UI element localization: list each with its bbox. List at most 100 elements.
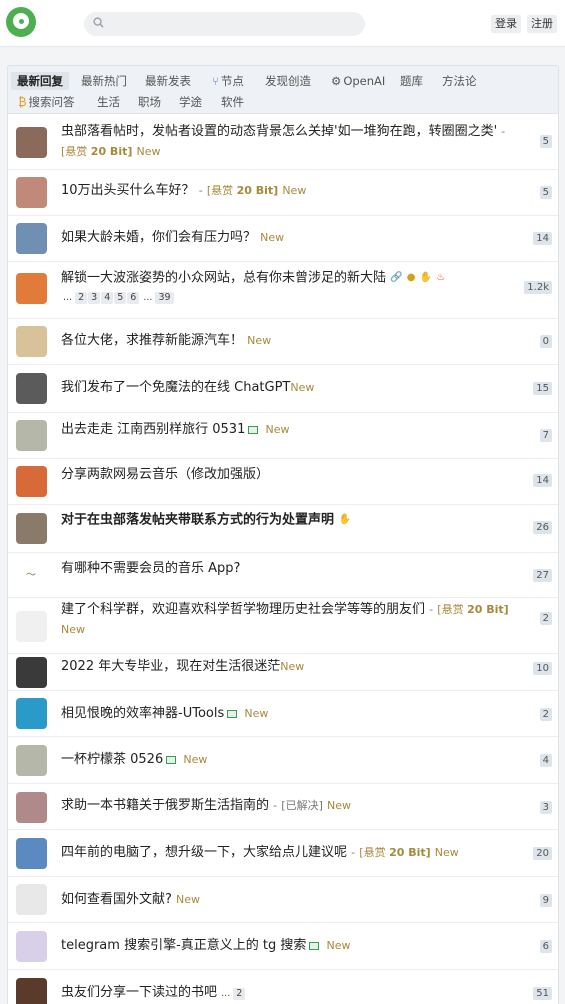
avatar[interactable] bbox=[16, 177, 47, 208]
reply-count[interactable]: 14 bbox=[533, 474, 552, 487]
avatar[interactable] bbox=[16, 611, 47, 642]
reply-count[interactable]: 9 bbox=[539, 894, 552, 907]
topic-title[interactable]: 虫友们分享一下读过的书吧 ... 2 bbox=[61, 983, 516, 1004]
topic-row[interactable]: 10万出头买什么车好？ - [悬赏 20 Bit] New 5 bbox=[8, 170, 558, 216]
tab-nodes[interactable]: ⑂ 节点 bbox=[212, 73, 244, 89]
topic-row[interactable]: 虫友们分享一下读过的书吧 ... 2 51 bbox=[8, 970, 558, 1004]
topic-title[interactable]: 解锁一大波涨姿势的小众网站，总有你未曾涉足的新大陆 🔗 ● ✋ ♨ bbox=[61, 268, 516, 289]
topic-row[interactable]: 虫部落看帖时，发帖者设置的动态背景怎么关掉'如一堆狗在跑，转圈圈之类' - [悬… bbox=[8, 114, 558, 170]
topic-row[interactable]: 如何查看国外文献? New 9 bbox=[8, 877, 558, 923]
topic-row[interactable]: telegram 搜索引擎-真正意义上的 tg 搜索 New 6 bbox=[8, 923, 558, 970]
search-input[interactable] bbox=[84, 12, 365, 36]
reply-count[interactable]: 15 bbox=[533, 382, 552, 395]
avatar[interactable] bbox=[16, 698, 47, 729]
avatar[interactable] bbox=[16, 657, 47, 688]
topic-title[interactable]: 一杯柠檬茶 0526 New bbox=[61, 750, 516, 770]
topic-title[interactable]: 虫部落看帖时，发帖者设置的动态背景怎么关掉'如一堆狗在跑，转圈圈之类' - [悬… bbox=[61, 122, 516, 162]
topic-row[interactable]: 相见恨晚的效率神器-UTools New 2 bbox=[8, 691, 558, 737]
avatar[interactable] bbox=[16, 513, 47, 544]
reply-count[interactable]: 1.2k bbox=[524, 281, 552, 294]
avatar[interactable] bbox=[16, 838, 47, 869]
topic-row[interactable]: 出去走走 江南西别样旅行 0531 New 7 bbox=[8, 413, 558, 459]
topic-title[interactable]: 对于在虫部落发帖夹带联系方式的行为处置声明 ✋ bbox=[61, 510, 516, 531]
reply-count[interactable]: 27 bbox=[533, 569, 552, 582]
topic-title[interactable]: 分享两款网易云音乐（修改加强版） bbox=[61, 465, 516, 485]
tab-study[interactable]: 学途 bbox=[179, 94, 202, 110]
topic-row[interactable]: 建了个科学群，欢迎喜欢科学哲学物理历史社会学等等的朋友们 - [悬赏 20 Bi… bbox=[8, 598, 558, 654]
avatar[interactable] bbox=[16, 466, 47, 497]
tab-latest-replies[interactable]: 最新回复 bbox=[11, 72, 69, 90]
page-link[interactable]: 2 bbox=[75, 292, 88, 304]
page-link[interactable]: 2 bbox=[233, 988, 246, 1000]
page-link[interactable]: 3 bbox=[88, 292, 101, 304]
reply-count[interactable]: 26 bbox=[533, 521, 552, 534]
topic-title[interactable]: 出去走走 江南西别样旅行 0531 New bbox=[61, 420, 516, 440]
topic-row[interactable]: 解锁一大波涨姿势的小众网站，总有你未曾涉足的新大陆 🔗 ● ✋ ♨ ... 23… bbox=[8, 262, 558, 319]
tab-methodology[interactable]: 方法论 bbox=[442, 73, 477, 89]
reply-count[interactable]: 3 bbox=[539, 801, 552, 814]
avatar[interactable] bbox=[16, 745, 47, 776]
avatar[interactable]: 〜 bbox=[16, 560, 47, 591]
page-link[interactable]: 6 bbox=[127, 292, 140, 304]
tab-latest-posts[interactable]: 最新发表 bbox=[145, 73, 191, 89]
avatar[interactable] bbox=[16, 978, 47, 1004]
topic-title[interactable]: 求助一本书籍关于俄罗斯生活指南的 - [已解决] New bbox=[61, 796, 516, 816]
avatar[interactable] bbox=[16, 931, 47, 962]
topic-row[interactable]: 分享两款网易云音乐（修改加强版） 14 bbox=[8, 459, 558, 505]
reply-count[interactable]: 4 bbox=[539, 754, 552, 767]
topic-row[interactable]: 四年前的电脑了，想升级一下，大家给点儿建议呢 - [悬赏 20 Bit] New… bbox=[8, 830, 558, 877]
reply-count[interactable]: 0 bbox=[539, 335, 552, 348]
page-link[interactable]: 4 bbox=[101, 292, 114, 304]
reply-count[interactable]: 2 bbox=[539, 612, 552, 625]
reply-count[interactable]: 6 bbox=[539, 940, 552, 953]
site-logo[interactable] bbox=[6, 7, 36, 37]
tab-question-bank[interactable]: 题库 bbox=[400, 73, 423, 89]
tab-life[interactable]: 生活 bbox=[97, 94, 120, 110]
avatar[interactable] bbox=[16, 884, 47, 915]
reply-count[interactable]: 20 bbox=[533, 847, 552, 860]
topic-title[interactable]: 有哪种不需要会员的音乐 App? bbox=[61, 559, 516, 579]
topic-row[interactable]: 〜 有哪种不需要会员的音乐 App? 27 bbox=[8, 553, 558, 598]
reply-count[interactable]: 14 bbox=[533, 232, 552, 245]
topic-row[interactable]: 2022 年大专毕业，现在对生活很迷茫New 10 bbox=[8, 654, 558, 691]
tab-workplace[interactable]: 职场 bbox=[138, 94, 161, 110]
reply-count[interactable]: 10 bbox=[533, 662, 552, 675]
register-button[interactable]: 注册 bbox=[527, 15, 557, 33]
login-button[interactable]: 登录 bbox=[491, 15, 521, 33]
topic-title[interactable]: telegram 搜索引擎-真正意义上的 tg 搜索 New bbox=[61, 936, 516, 956]
page-link[interactable]: 5 bbox=[114, 292, 127, 304]
topic-title[interactable]: 四年前的电脑了，想升级一下，大家给点儿建议呢 - [悬赏 20 Bit] New bbox=[61, 843, 516, 863]
topic-row[interactable]: 各位大佬，求推荐新能源汽车！ New 0 bbox=[8, 319, 558, 365]
topic-row[interactable]: 我们发布了一个免魔法的在线 ChatGPTNew 15 bbox=[8, 365, 558, 413]
reply-count[interactable]: 7 bbox=[539, 429, 552, 442]
topic-title[interactable]: 10万出头买什么车好？ - [悬赏 20 Bit] New bbox=[61, 181, 516, 201]
avatar[interactable] bbox=[16, 373, 47, 404]
topic-title[interactable]: 建了个科学群，欢迎喜欢科学哲学物理历史社会学等等的朋友们 - [悬赏 20 Bi… bbox=[61, 600, 516, 640]
topic-title[interactable]: 我们发布了一个免魔法的在线 ChatGPTNew bbox=[61, 378, 516, 398]
reply-count[interactable]: 5 bbox=[539, 135, 552, 148]
topic-row[interactable]: 一杯柠檬茶 0526 New 4 bbox=[8, 737, 558, 784]
topic-title[interactable]: 如何查看国外文献? New bbox=[61, 890, 516, 910]
page-link[interactable]: 39 bbox=[155, 292, 174, 304]
tab-latest-hot[interactable]: 最新热门 bbox=[81, 73, 127, 89]
avatar[interactable] bbox=[16, 420, 47, 451]
topic-row[interactable]: 对于在虫部落发帖夹带联系方式的行为处置声明 ✋ 26 bbox=[8, 505, 558, 553]
reply-count[interactable]: 51 bbox=[533, 987, 552, 1000]
tab-search-qa[interactable]: ₿ 搜索问答 bbox=[18, 94, 75, 110]
topic-row[interactable]: 如果大龄未婚，你们会有压力吗？ New 14 bbox=[8, 216, 558, 262]
avatar[interactable] bbox=[16, 273, 47, 304]
avatar[interactable] bbox=[16, 223, 47, 254]
reply-count[interactable]: 5 bbox=[539, 186, 552, 199]
tab-discover-create[interactable]: 发现创造 bbox=[265, 73, 311, 89]
topic-title[interactable]: 2022 年大专毕业，现在对生活很迷茫New bbox=[61, 657, 516, 677]
avatar[interactable] bbox=[16, 792, 47, 823]
avatar[interactable] bbox=[16, 326, 47, 357]
topic-title[interactable]: 如果大龄未婚，你们会有压力吗？ New bbox=[61, 228, 516, 248]
avatar[interactable] bbox=[16, 127, 47, 158]
topic-title[interactable]: 相见恨晚的效率神器-UTools New bbox=[61, 704, 516, 724]
topic-title[interactable]: 各位大佬，求推荐新能源汽车！ New bbox=[61, 331, 516, 351]
tab-software[interactable]: 软件 bbox=[221, 94, 244, 110]
topic-row[interactable]: 求助一本书籍关于俄罗斯生活指南的 - [已解决] New 3 bbox=[8, 784, 558, 830]
reply-count[interactable]: 2 bbox=[539, 708, 552, 721]
tab-openai[interactable]: ⚙ OpenAI bbox=[331, 73, 385, 89]
